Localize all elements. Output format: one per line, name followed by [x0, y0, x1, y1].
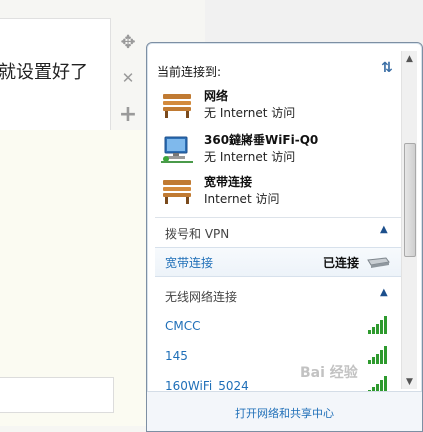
wifi-network-name: 145 [165, 349, 188, 363]
connection-status: 无 Internet 访问 [204, 106, 296, 120]
section-label: 拨号和 VPN [165, 227, 230, 241]
vpn-section-header[interactable]: 拨号和 VPN ▲ [155, 217, 401, 246]
vpn-connection-name: 宽带连接 [165, 256, 214, 270]
scrollbar-thumb[interactable] [404, 143, 416, 257]
network-list: 当前连接到: ⇅ 网络 无 Internet 访问 360鐽嶈垂WiFi-Q0 … [155, 51, 401, 391]
vertical-scrollbar[interactable]: ▲ ▼ [401, 51, 417, 389]
connection-item: 宽带连接 Internet 访问 [161, 173, 396, 213]
vpn-connection-status: 已连接 [323, 256, 360, 270]
scroll-up-icon[interactable]: ▲ [402, 51, 417, 66]
computer-network-icon [161, 136, 193, 163]
bench-network-icon [163, 180, 191, 204]
refresh-icon[interactable]: ⇅ [377, 59, 397, 77]
connection-name: 宽带连接 [204, 175, 253, 189]
close-icon[interactable]: ✕ [118, 68, 138, 88]
wifi-network-item[interactable]: 145 [155, 343, 401, 371]
connection-item: 网络 无 Internet 访问 [161, 87, 396, 127]
signal-strength-icon [368, 316, 387, 334]
connection-status: 无 Internet 访问 [204, 150, 296, 164]
signal-strength-icon [368, 346, 387, 364]
wifi-network-item[interactable]: CMCC [155, 313, 401, 341]
bench-network-icon [163, 94, 191, 118]
add-icon[interactable]: + [118, 102, 138, 127]
signal-strength-icon [368, 376, 387, 391]
section-label: 无线网络连接 [165, 290, 238, 304]
connection-item: 360鐽嶈垂WiFi-Q0 无 Internet 访问 [161, 131, 396, 171]
vpn-connection-item[interactable]: 宽带连接 已连接 [155, 247, 401, 277]
watermark: Bai 经验 [300, 365, 358, 381]
move-icon[interactable]: ✥ [118, 32, 138, 53]
wifi-network-name: 160WiFi_5024 [165, 379, 249, 391]
wifi-network-name: CMCC [165, 319, 201, 333]
scroll-down-icon[interactable]: ▼ [402, 374, 417, 389]
modem-icon [367, 257, 390, 268]
collapse-icon[interactable]: ▲ [380, 224, 388, 235]
wifi-network-item[interactable]: 160WiFi_5024 [155, 373, 401, 391]
connection-status: Internet 访问 [204, 192, 280, 206]
connection-name: 360鐽嶈垂WiFi-Q0 [204, 133, 319, 147]
connection-name: 网络 [204, 89, 229, 103]
wireless-section-header[interactable]: 无线网络连接 ▲ [155, 281, 401, 309]
open-network-center-link[interactable]: 打开网络和共享中心 [147, 405, 422, 421]
content-text: 就设置好了 [0, 62, 88, 83]
text-input-box[interactable] [0, 377, 114, 413]
network-flyout: 当前连接到: ⇅ 网络 无 Internet 访问 360鐽嶈垂WiFi-Q0 … [146, 42, 423, 432]
collapse-icon[interactable]: ▲ [380, 287, 388, 298]
current-connection-label: 当前连接到: [157, 65, 222, 79]
